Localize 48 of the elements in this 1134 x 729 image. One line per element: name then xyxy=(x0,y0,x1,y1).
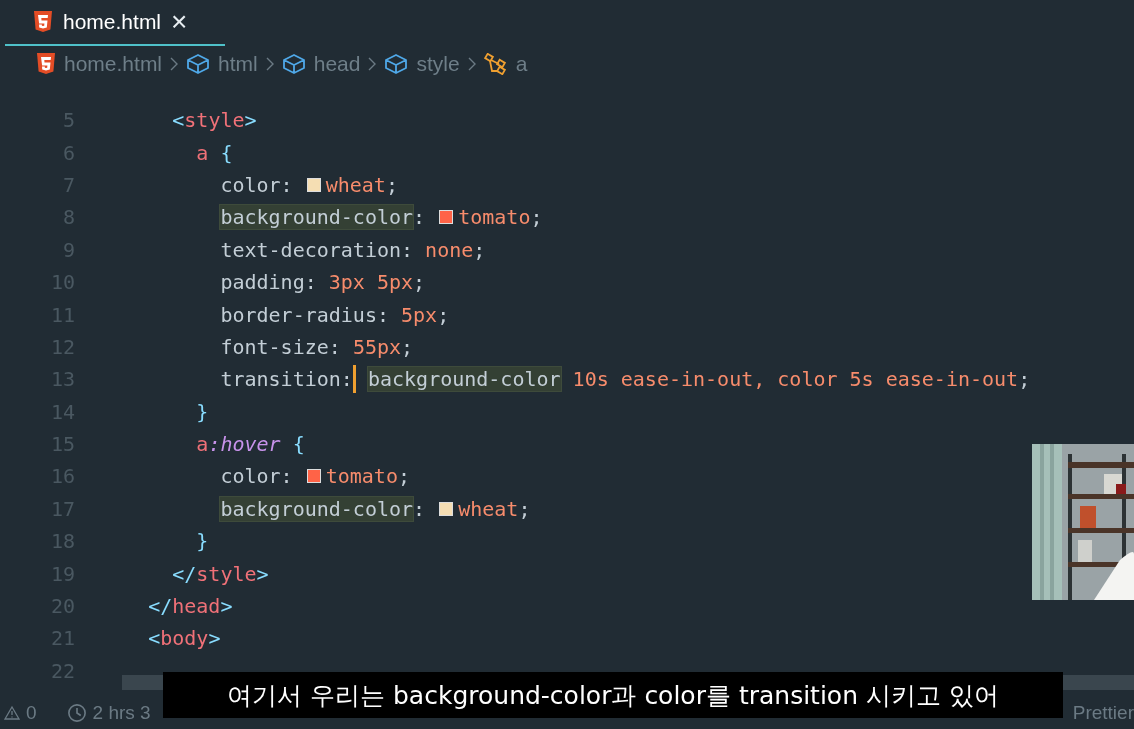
highlighted-occurrence: background-color xyxy=(220,205,414,230)
highlighted-occurrence: background-color xyxy=(220,496,414,521)
code-line: </head> xyxy=(147,594,233,619)
close-icon[interactable]: × xyxy=(171,8,188,36)
color-swatch[interactable] xyxy=(439,501,454,516)
scrollbar-track xyxy=(1063,675,1134,690)
code-line: color: wheat; xyxy=(219,172,398,197)
code-line: border-radius: 5px; xyxy=(219,302,450,327)
code-line: </style> xyxy=(171,561,269,586)
code-line: text-decoration: none; xyxy=(219,237,486,262)
code-line: font-size: 55px; xyxy=(219,334,414,359)
chevron-icon xyxy=(170,57,179,71)
structure-icon xyxy=(483,53,508,75)
breadcrumb-item[interactable]: a xyxy=(515,52,528,76)
code-line: } xyxy=(195,399,209,424)
warning-icon[interactable] xyxy=(4,705,20,721)
code-line: padding: 3px 5px; xyxy=(219,270,426,295)
history-icon[interactable] xyxy=(66,703,87,723)
html5-icon xyxy=(36,53,56,75)
breadcrumb-item[interactable]: style xyxy=(416,52,460,76)
cube-icon xyxy=(186,53,211,75)
breadcrumb-item[interactable]: html xyxy=(218,52,258,76)
html5-icon xyxy=(33,11,53,33)
formatter-status[interactable]: Prettier xyxy=(1072,702,1134,724)
code-line: } xyxy=(195,529,209,554)
code-line: a:hover { xyxy=(195,432,305,457)
color-swatch[interactable] xyxy=(439,210,454,225)
code-line: transition: background-color 10s ease-in-out, color 5s ease-in-out; xyxy=(219,365,1031,394)
code-line: a { xyxy=(195,140,233,165)
chevron-icon xyxy=(467,57,476,71)
breadcrumb-item[interactable]: head xyxy=(313,52,361,76)
code-line: background-color: tomato; xyxy=(219,205,543,230)
code-line: background-color: wheat; xyxy=(219,496,531,521)
code-line: color: tomato; xyxy=(219,464,410,489)
problems-count[interactable]: 0 xyxy=(26,702,37,724)
color-swatch[interactable] xyxy=(306,469,321,484)
color-swatch[interactable] xyxy=(306,177,321,192)
code-line: <body> xyxy=(147,626,221,651)
code-line: <style> xyxy=(171,108,257,133)
highlighted-occurrence: background-color xyxy=(367,367,561,392)
subtitle-caption: 여기서 우리는 background-color과 color를 transition 시키고 있어 xyxy=(163,672,1063,718)
time-tracker[interactable]: 2 hrs 3 xyxy=(92,702,151,724)
cube-icon xyxy=(384,53,409,75)
cube-icon xyxy=(281,53,306,75)
chevron-icon xyxy=(265,57,274,71)
horizontal-scrollbar[interactable] xyxy=(122,675,163,690)
chevron-icon xyxy=(368,57,377,71)
breadcrumb-item[interactable]: home.html xyxy=(64,52,163,76)
